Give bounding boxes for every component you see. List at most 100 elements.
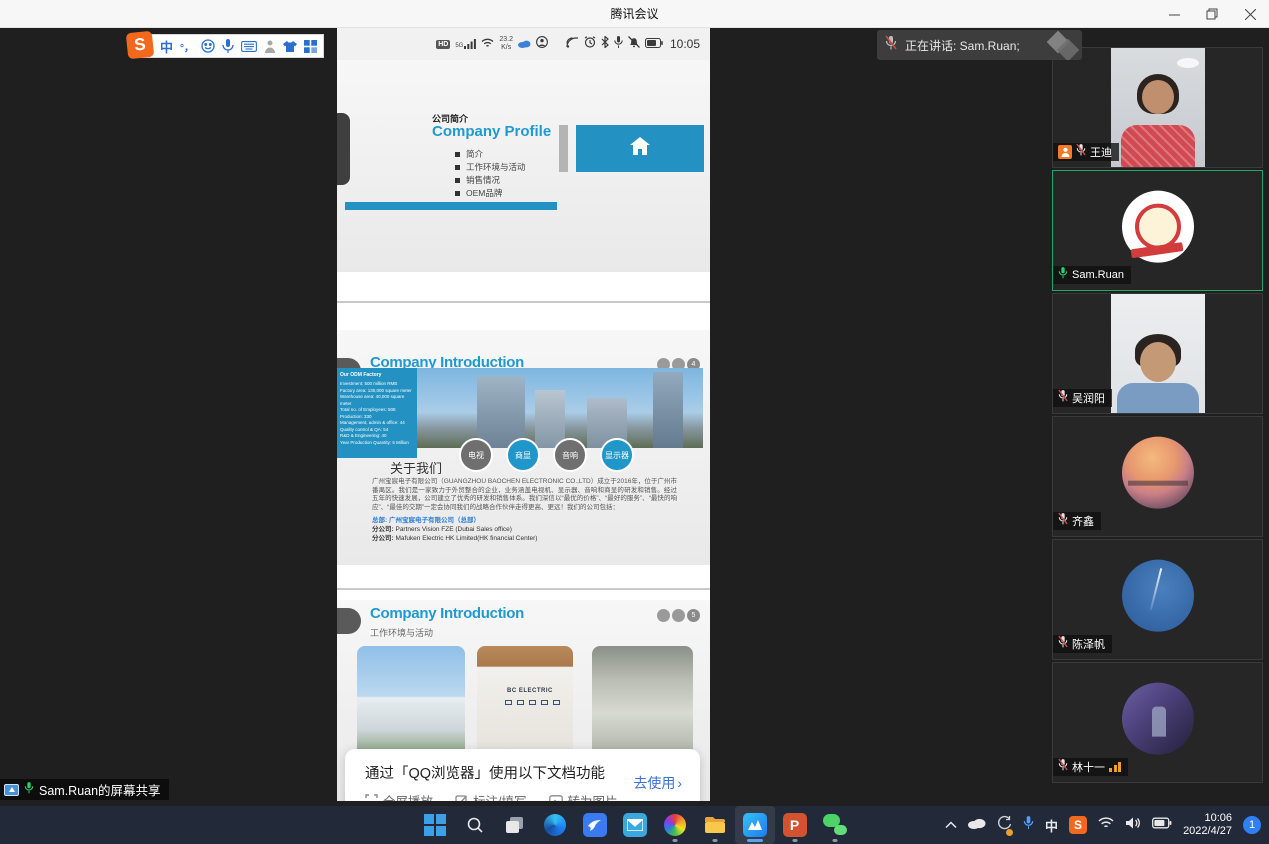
factory-panel-lines: Investment: 500 million RMB Factory area… (340, 381, 414, 446)
close-button[interactable] (1231, 0, 1269, 28)
muted-mic-icon (1058, 635, 1068, 653)
alarm-icon (584, 35, 596, 53)
tray-mic-icon[interactable] (1023, 815, 1034, 835)
thunder-app-icon[interactable] (575, 806, 615, 844)
feature-annotate[interactable]: 标注/填写 (455, 791, 526, 801)
feature-to-image[interactable]: 转为图片 (549, 791, 618, 801)
file-explorer-icon[interactable] (695, 806, 735, 844)
cell-signal-icon: 5G (455, 39, 476, 49)
screencast-icon (566, 35, 579, 53)
slide2-factory-panel: Our ODM Factory Investment: 500 million … (337, 368, 417, 458)
minimize-button[interactable] (1155, 0, 1193, 28)
category-circle: 商显 (506, 438, 540, 472)
skin-shirt-icon[interactable] (283, 40, 297, 53)
restore-button[interactable] (1193, 0, 1231, 28)
passthrough-person-icon[interactable] (264, 40, 276, 53)
clock-time: 10:06 (1204, 812, 1232, 824)
mute-bell-icon (628, 35, 640, 53)
slide1-bullet: 简介 (455, 148, 526, 161)
onedrive-cloud-icon[interactable] (968, 816, 986, 834)
participant-video (1111, 48, 1205, 167)
punctuation-mode-icon[interactable]: °， (180, 39, 194, 54)
promo-go-button[interactable]: 去使用› (633, 773, 682, 793)
participant-tile[interactable]: 吴润阳 (1052, 293, 1263, 414)
slide3-header-shape (337, 608, 361, 634)
participant-tile[interactable]: 齐鑫 (1052, 416, 1263, 537)
taskbar-app-icons: P (415, 806, 855, 844)
slide1-bullet-list: 简介 工作环境与活动 销售情况 OEM品牌 (455, 148, 526, 200)
muted-mic-icon (1058, 389, 1068, 407)
participant-name-tag: 陈泽帆 (1053, 635, 1112, 653)
ime-indicator[interactable]: 中 (1045, 816, 1058, 835)
photos-pinwheel-icon[interactable] (655, 806, 695, 844)
powerpoint-icon[interactable]: P (775, 806, 815, 844)
sogou-input-toolbar[interactable]: S 中 °， (130, 34, 324, 58)
speaker-avatar-shapes (1056, 34, 1076, 58)
company-row: 总部: 广州宝宸电子有限公司（总部） (372, 516, 537, 525)
tencent-meeting-icon[interactable] (735, 806, 775, 844)
toolbox-grid-icon[interactable] (304, 40, 317, 53)
participant-name: 吴润阳 (1072, 390, 1105, 406)
mail-app-icon[interactable] (615, 806, 655, 844)
active-mic-icon (1058, 266, 1068, 284)
feature-fullscreen[interactable]: 全屏播放 (365, 791, 433, 801)
hd-badge: HD (436, 40, 450, 49)
screen-share-view: HD 5G 23.2K/s 10:05 公司简介 Company Profile… (337, 28, 710, 801)
slide3-page-number: 5 (687, 609, 700, 622)
qq-browser-promo-card[interactable]: 通过「QQ浏览器」使用以下文档功能 去使用› 全屏播放 标注/填写 转为图片 (345, 749, 700, 801)
notification-count-badge[interactable]: 1 (1243, 816, 1261, 834)
chevron-right-icon: › (677, 775, 682, 791)
ime-mode-chinese[interactable]: 中 (160, 37, 173, 56)
network-speed: 23.2K/s (499, 36, 513, 52)
profile-circle-icon (536, 35, 548, 53)
participant-tile[interactable]: 陈泽帆 (1052, 539, 1263, 660)
participant-tile[interactable]: 王迪 (1052, 47, 1263, 168)
tray-volume-icon[interactable] (1125, 816, 1141, 835)
promo-feature-list: 全屏播放 标注/填写 转为图片 (365, 791, 618, 801)
participant-tile-active-speaker[interactable]: Sam.Ruan (1052, 170, 1263, 291)
clock-date: 2022/4/27 (1183, 825, 1232, 837)
active-speaker-banner: 正在讲话: Sam.Ruan; (877, 30, 1082, 60)
edge-browser-icon[interactable] (535, 806, 575, 844)
annotate-icon (455, 794, 468, 801)
tray-wifi-icon[interactable] (1098, 816, 1114, 834)
showroom-wall-icons (505, 700, 560, 705)
sogou-tray-icon[interactable]: S (1069, 816, 1087, 834)
participant-name: 陈泽帆 (1072, 636, 1105, 652)
taskbar-clock[interactable]: 10:06 2022/4/27 (1183, 812, 1232, 838)
keyboard-icon[interactable] (241, 41, 257, 52)
window-title: 腾讯会议 (610, 5, 658, 22)
emoji-icon[interactable] (201, 39, 215, 53)
page-divider (337, 301, 710, 303)
screen-share-status-banner: Sam.Ruan的屏幕共享 (0, 779, 169, 800)
sogou-logo-icon[interactable]: S (126, 31, 155, 60)
participant-name: 王迪 (1090, 144, 1112, 160)
document-viewer[interactable]: 公司简介 Company Profile 简介 工作环境与活动 销售情况 OEM… (337, 60, 710, 801)
search-button[interactable] (455, 806, 495, 844)
active-speaker-text: 正在讲话: Sam.Ruan; (905, 37, 1020, 54)
muted-mic-icon (1076, 143, 1086, 161)
phone-side-handle[interactable] (337, 113, 350, 185)
participant-tile[interactable]: 林十一 (1052, 662, 1263, 783)
host-badge-icon (1058, 145, 1072, 159)
participant-name: Sam.Ruan (1072, 269, 1124, 281)
muted-mic-icon (1058, 512, 1068, 530)
slide-company-profile: 公司简介 Company Profile 简介 工作环境与活动 销售情况 OEM… (337, 60, 710, 272)
task-view-button[interactable] (495, 806, 535, 844)
slide2-company-list: 总部: 广州宝宸电子有限公司（总部） 分公司: Partners Vision … (372, 516, 537, 543)
start-button[interactable] (415, 806, 455, 844)
active-mic-icon (24, 781, 34, 799)
wechat-icon[interactable] (815, 806, 855, 844)
participant-name: 林十一 (1072, 759, 1105, 775)
sync-status-icon[interactable] (997, 815, 1012, 835)
network-signal-icon (1109, 762, 1121, 772)
window-controls (1155, 0, 1269, 28)
participant-video-panel[interactable]: 王迪 Sam.Ruan 吴润阳 齐鑫 (1052, 47, 1263, 785)
muted-mic-icon (885, 35, 897, 55)
voice-input-icon[interactable] (222, 39, 234, 53)
page-divider (337, 588, 710, 590)
tray-expand-chevron[interactable] (945, 816, 957, 834)
promo-title: 通过「QQ浏览器」使用以下文档功能 (365, 762, 605, 783)
tray-battery-icon[interactable] (1152, 816, 1172, 834)
phone-clock: 10:05 (670, 37, 700, 51)
